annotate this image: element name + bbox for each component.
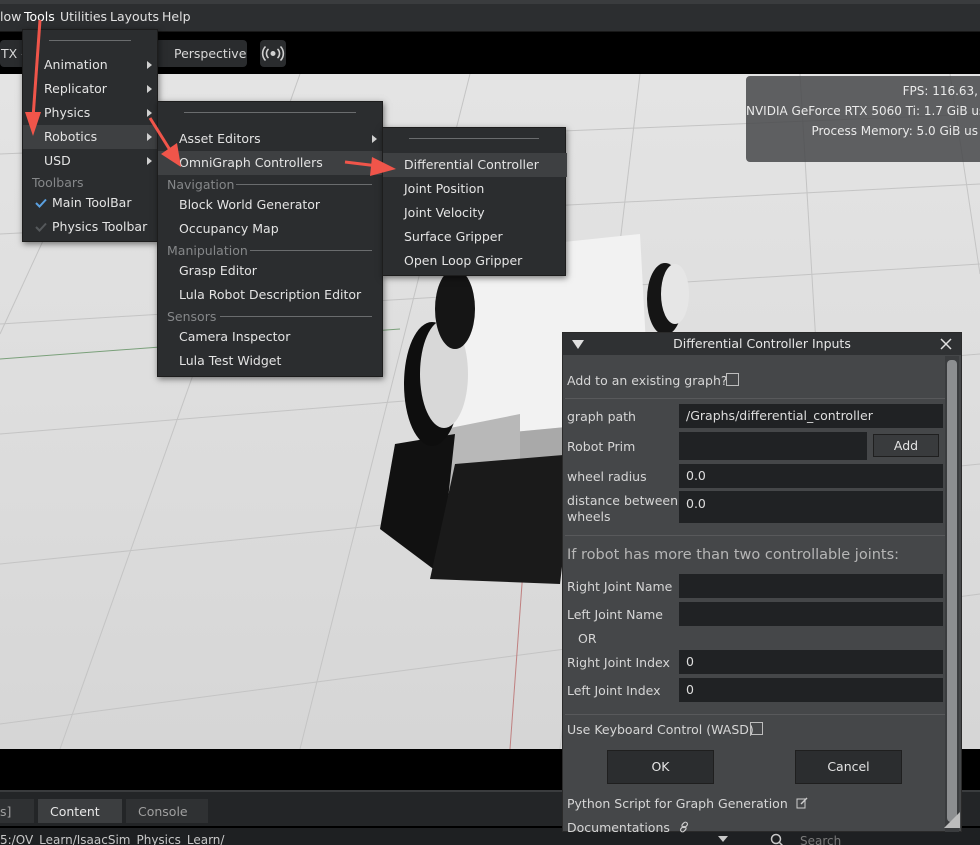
left-joint-name-label: Left Joint Name [567, 607, 663, 622]
left-joint-index-label: Left Joint Index [567, 683, 661, 698]
wheel-distance-input[interactable]: 0.0 [679, 491, 943, 523]
graph-path-label: graph path [567, 409, 636, 424]
section-header: If robot has more than two controllable … [567, 547, 900, 563]
left-joint-index-input[interactable]: 0 [679, 678, 943, 702]
dialog-scrollbar[interactable] [945, 356, 959, 832]
right-joint-index-label: Right Joint Index [567, 655, 670, 670]
or-label: OR [578, 631, 597, 646]
documentations-link[interactable]: Documentations [567, 820, 688, 836]
collapse-triangle-icon[interactable] [572, 340, 584, 349]
dialog-title: Differential Controller Inputs [673, 336, 851, 351]
wheel-radius-label: wheel radius [567, 469, 647, 484]
ok-button[interactable]: OK [607, 750, 714, 784]
keyboard-control-checkbox[interactable] [750, 722, 763, 735]
add-button[interactable]: Add [873, 434, 939, 457]
right-joint-name-input[interactable] [679, 574, 943, 598]
right-joint-index-input[interactable]: 0 [679, 650, 943, 674]
divider [565, 535, 945, 536]
scrollbar-thumb[interactable] [947, 360, 957, 822]
wheel-distance-label-line1: distance between [567, 493, 678, 508]
documentations-label: Documentations [567, 820, 670, 835]
robot-prim-input[interactable] [679, 432, 867, 460]
wheel-radius-input[interactable]: 0.0 [679, 464, 943, 488]
left-joint-name-input[interactable] [679, 602, 943, 626]
edit-icon [796, 797, 808, 809]
cancel-button[interactable]: Cancel [795, 750, 902, 784]
resize-grip-icon[interactable] [944, 812, 960, 828]
keyboard-control-label: Use Keyboard Control (WASD) [567, 722, 754, 737]
divider [565, 714, 945, 715]
graph-path-input[interactable]: /Graphs/differential_controller [679, 404, 943, 428]
divider [565, 398, 945, 399]
robot-prim-label: Robot Prim [567, 439, 636, 454]
python-script-label: Python Script for Graph Generation [567, 796, 788, 811]
wheel-distance-label-line2: wheels [567, 509, 611, 524]
add-existing-checkbox[interactable] [726, 373, 739, 386]
close-icon[interactable] [939, 337, 953, 351]
python-script-link[interactable]: Python Script for Graph Generation [567, 796, 808, 812]
add-existing-label: Add to an existing graph? [567, 373, 728, 388]
differential-controller-dialog: Differential Controller Inputs Add to an… [562, 332, 962, 835]
dialog-title-bar: Differential Controller Inputs [563, 333, 961, 355]
right-joint-name-label: Right Joint Name [567, 579, 673, 594]
link-icon [679, 821, 688, 833]
